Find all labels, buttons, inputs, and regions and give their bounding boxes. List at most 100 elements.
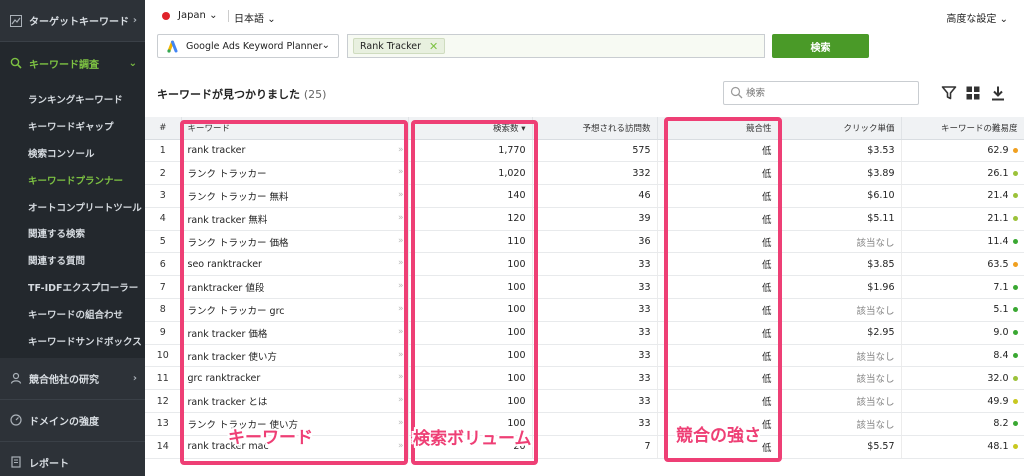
filter-search-input[interactable] — [723, 81, 919, 105]
sidebar-item-ranking-keywords[interactable]: ランキングキーワード — [0, 86, 145, 113]
cell-difficulty: 26.1 — [901, 161, 1024, 186]
difficulty-value: 11.4 — [987, 236, 1009, 248]
close-icon[interactable]: ✕ — [429, 40, 438, 53]
annotation-competition: 競合の強さ — [676, 426, 761, 446]
cell-index: 8 — [145, 298, 182, 322]
nav-group-target-keywords[interactable]: ターゲットキーワード › — [0, 0, 145, 42]
sidebar-item-autocomplete[interactable]: オートコンプリートツール — [0, 193, 145, 220]
cell-cpc: 該当なし — [778, 389, 902, 414]
cell-visits: 33 — [532, 275, 658, 300]
difficulty-indicator — [1012, 239, 1018, 245]
nav-group-label: ドメインの強度 — [29, 416, 99, 428]
chevron-down-icon: ⌄ — [128, 57, 137, 69]
chevron-down-icon: ⌄ — [209, 10, 218, 21]
cell-difficulty: 62.9 — [901, 139, 1024, 163]
difficulty-indicator — [1012, 375, 1018, 381]
cell-visits: 33 — [532, 412, 658, 436]
cell-visits: 33 — [532, 298, 658, 322]
language-select[interactable]: 日本語 ⌄ — [234, 10, 276, 25]
sidebar-item-related-searches[interactable]: 関連する検索 — [0, 220, 145, 247]
sidebar-item-tfidf[interactable]: TF-IDFエクスプローラー — [0, 274, 145, 301]
nav-group-report[interactable]: レポート — [0, 442, 145, 476]
col-cpc-header[interactable]: クリック単価 — [778, 117, 902, 140]
top-bar: Japan ⌄ 日本語 ⌄ 高度な設定 ⌄ — [145, 0, 1024, 32]
sidebar-item-keyword-combination[interactable]: キーワードの組合わせ — [0, 300, 145, 327]
search-icon — [730, 86, 743, 99]
cell-cpc: $1.96 — [778, 275, 902, 300]
cell-difficulty: 8.4 — [901, 344, 1024, 368]
chevron-right-icon: › — [132, 372, 137, 384]
cell-index: 13 — [145, 412, 182, 436]
country-select[interactable]: Japan ⌄ — [178, 10, 217, 21]
results-count: (25) — [303, 88, 327, 101]
col-difficulty-header[interactable]: キーワードの難易度 — [901, 117, 1024, 140]
source-label: Google Ads Keyword Planner — [186, 40, 323, 52]
filter-icon[interactable] — [941, 85, 957, 101]
cell-index: 14 — [145, 435, 182, 459]
nav-sub-list: ランキングキーワード キーワードギャップ 検索コンソール キーワードプランナー … — [0, 84, 145, 358]
difficulty-indicator — [1012, 307, 1018, 313]
cell-visits: 332 — [532, 161, 658, 186]
download-icon[interactable] — [990, 85, 1006, 101]
chevron-down-icon: ⌄ — [999, 14, 1008, 25]
keyword-input[interactable]: Rank Tracker ✕ — [347, 34, 765, 58]
cell-cpc: $3.89 — [778, 161, 902, 186]
difficulty-indicator — [1012, 147, 1018, 153]
highlight-competition-column — [664, 117, 782, 462]
advanced-settings-menu[interactable]: 高度な設定 ⌄ — [946, 10, 1008, 25]
keyword-tag: Rank Tracker ✕ — [353, 38, 446, 54]
annotation-volume: 検索ボリューム — [413, 429, 532, 449]
search-button[interactable]: 検索 — [772, 34, 869, 58]
nav-group-keyword-research[interactable]: キーワード調査 ⌄ — [0, 42, 145, 84]
cell-index: 10 — [145, 344, 182, 368]
cell-difficulty: 48.1 — [901, 435, 1024, 459]
nav-group-competitor-research[interactable]: 競合他社の研究 › — [0, 358, 145, 400]
cell-visits: 33 — [532, 321, 658, 345]
cell-cpc: 該当なし — [778, 298, 902, 322]
highlight-keyword-column — [180, 120, 408, 465]
nav-group-label: 競合他社の研究 — [29, 374, 99, 386]
user-icon — [10, 372, 22, 385]
cell-index: 12 — [145, 389, 182, 414]
cell-cpc: $6.10 — [778, 184, 902, 208]
difficulty-indicator — [1012, 421, 1018, 427]
col-index-header: # — [145, 117, 182, 140]
difficulty-value: 8.2 — [993, 418, 1009, 430]
difficulty-value: 49.9 — [987, 395, 1009, 407]
source-dropdown[interactable]: Google Ads Keyword Planner ⌄ — [157, 34, 339, 58]
nav-group-label: ターゲットキーワード — [29, 17, 129, 28]
results-title-text: キーワードが見つかりました — [157, 88, 300, 101]
japan-flag-icon — [162, 12, 170, 20]
cell-index: 5 — [145, 230, 182, 254]
grid-view-icon[interactable] — [965, 85, 981, 101]
cell-cpc: 該当なし — [778, 230, 902, 254]
difficulty-indicator — [1012, 444, 1018, 450]
difficulty-value: 21.4 — [987, 190, 1009, 202]
cell-visits: 46 — [532, 184, 658, 208]
cell-cpc: $3.85 — [778, 252, 902, 277]
sidebar-item-keyword-planner[interactable]: キーワードプランナー — [0, 166, 145, 193]
cell-difficulty: 32.0 — [901, 366, 1024, 391]
col-visits-header[interactable]: 予想される訪問数 — [532, 117, 658, 140]
annotation-keyword: キーワード — [228, 428, 313, 448]
sidebar-item-related-questions[interactable]: 関連する質問 — [0, 247, 145, 274]
sidebar-item-keyword-sandbox[interactable]: キーワードサンドボックス — [0, 327, 145, 354]
sidebar-item-search-console[interactable]: 検索コンソール — [0, 140, 145, 167]
sidebar-item-keyword-gap[interactable]: キーワードギャップ — [0, 113, 145, 140]
country-label: Japan — [178, 10, 206, 21]
cell-visits: 7 — [532, 435, 658, 459]
cell-index: 7 — [145, 275, 182, 300]
nav-group-label: レポート — [29, 458, 69, 470]
search-icon — [10, 57, 22, 69]
advanced-settings-label: 高度な設定 — [946, 14, 997, 25]
cell-cpc: 該当なし — [778, 344, 902, 368]
difficulty-indicator — [1012, 170, 1018, 176]
nav-group-domain-strength[interactable]: ドメインの強度 — [0, 400, 145, 442]
document-icon — [10, 456, 22, 469]
divider — [228, 10, 229, 22]
difficulty-value: 5.1 — [993, 304, 1009, 316]
difficulty-value: 62.9 — [987, 144, 1009, 156]
cell-cpc: $5.57 — [778, 435, 902, 459]
cell-difficulty: 49.9 — [901, 389, 1024, 414]
difficulty-indicator — [1012, 353, 1018, 359]
